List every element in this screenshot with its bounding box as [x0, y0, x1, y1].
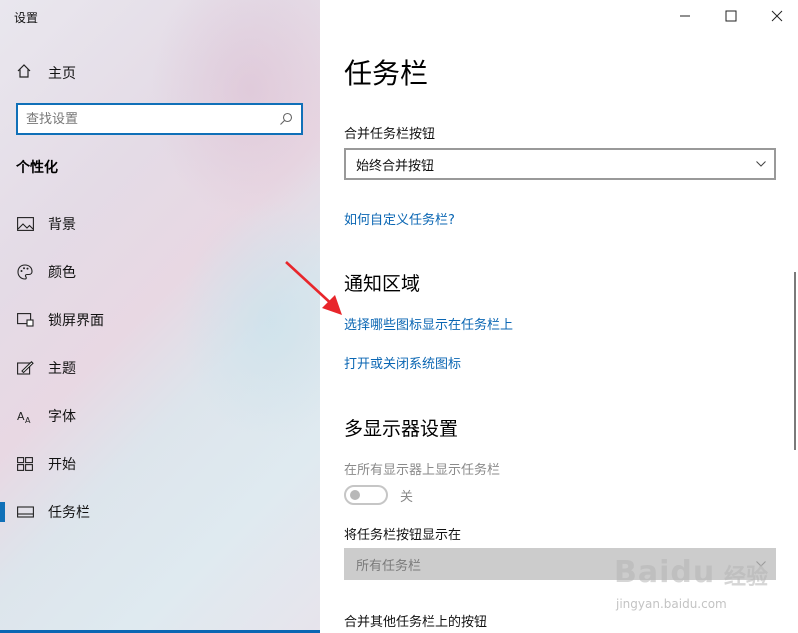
sidebar-item-label: 主题 [48, 361, 76, 377]
sidebar-item-label: 开始 [48, 457, 76, 473]
notification-area-heading: 通知区域 [344, 273, 421, 295]
chevron-down-icon [748, 150, 774, 178]
sidebar-item-label: 字体 [48, 409, 76, 425]
palette-icon [16, 263, 34, 281]
start-grid-icon [16, 455, 34, 473]
show-all-displays-label: 在所有显示器上显示任务栏 [344, 463, 501, 478]
app-title: 设置 [14, 11, 39, 25]
search-icon[interactable] [275, 108, 297, 130]
svg-text:A: A [25, 416, 31, 424]
theme-brush-icon [16, 359, 34, 377]
sidebar-item-label: 颜色 [48, 265, 76, 281]
sidebar: 设置 主页 个性化 背景 颜色 锁屏界面 主题 [0, 0, 320, 633]
sidebar-item-fonts[interactable]: AA 字体 [0, 398, 320, 434]
show-all-displays-toggle-row: 关 [344, 485, 413, 505]
maximize-button[interactable] [708, 0, 754, 32]
toggle-knob [350, 490, 360, 500]
show-all-displays-toggle[interactable] [344, 485, 388, 505]
sidebar-item-home[interactable]: 主页 [16, 63, 76, 83]
page-title: 任务栏 [344, 57, 429, 90]
taskbar-icon [16, 503, 34, 521]
combine-other-label: 合并其他任务栏上的按钮 [344, 615, 488, 630]
sidebar-item-themes[interactable]: 主题 [0, 350, 320, 386]
main-content: 任务栏 合并任务栏按钮 始终合并按钮 如何自定义任务栏? 通知区域 选择哪些图标… [320, 0, 798, 633]
sidebar-item-label: 背景 [48, 217, 76, 233]
toggle-state-label: 关 [400, 489, 414, 505]
show-buttons-dropdown[interactable]: 所有任务栏 [344, 548, 776, 580]
close-button[interactable] [754, 0, 798, 32]
sidebar-item-taskbar[interactable]: 任务栏 [0, 494, 320, 530]
show-buttons-label: 将任务栏按钮显示在 [344, 528, 462, 543]
combine-label: 合并任务栏按钮 [344, 127, 436, 142]
close-icon [771, 7, 783, 26]
chevron-down-icon [748, 550, 774, 578]
sidebar-item-lockscreen[interactable]: 锁屏界面 [0, 302, 320, 338]
sidebar-item-label: 主页 [48, 66, 76, 82]
search-box [16, 103, 303, 135]
sidebar-item-label: 任务栏 [48, 505, 90, 521]
picture-icon [16, 215, 34, 233]
minimize-button[interactable] [662, 0, 708, 32]
select-icons-link[interactable]: 选择哪些图标显示在任务栏上 [344, 314, 513, 333]
minimize-icon [679, 7, 691, 26]
customize-taskbar-link[interactable]: 如何自定义任务栏? [344, 209, 455, 228]
sidebar-item-label: 锁屏界面 [48, 313, 104, 329]
scrollbar[interactable] [794, 272, 796, 450]
show-buttons-value: 所有任务栏 [356, 558, 422, 574]
font-icon: AA [16, 407, 34, 425]
system-icons-link[interactable]: 打开或关闭系统图标 [344, 353, 461, 372]
multi-display-heading: 多显示器设置 [344, 418, 459, 440]
home-icon [16, 63, 32, 83]
combine-value: 始终合并按钮 [356, 158, 435, 174]
active-indicator [0, 502, 5, 522]
maximize-icon [725, 7, 737, 26]
combine-dropdown[interactable]: 始终合并按钮 [344, 148, 776, 180]
sidebar-item-colors[interactable]: 颜色 [0, 254, 320, 290]
sidebar-item-background[interactable]: 背景 [0, 206, 320, 242]
sidebar-item-start[interactable]: 开始 [0, 446, 320, 482]
lock-screen-icon [16, 311, 34, 329]
search-input[interactable] [18, 111, 275, 127]
section-title: 个性化 [16, 160, 58, 176]
svg-text:A: A [17, 410, 25, 423]
